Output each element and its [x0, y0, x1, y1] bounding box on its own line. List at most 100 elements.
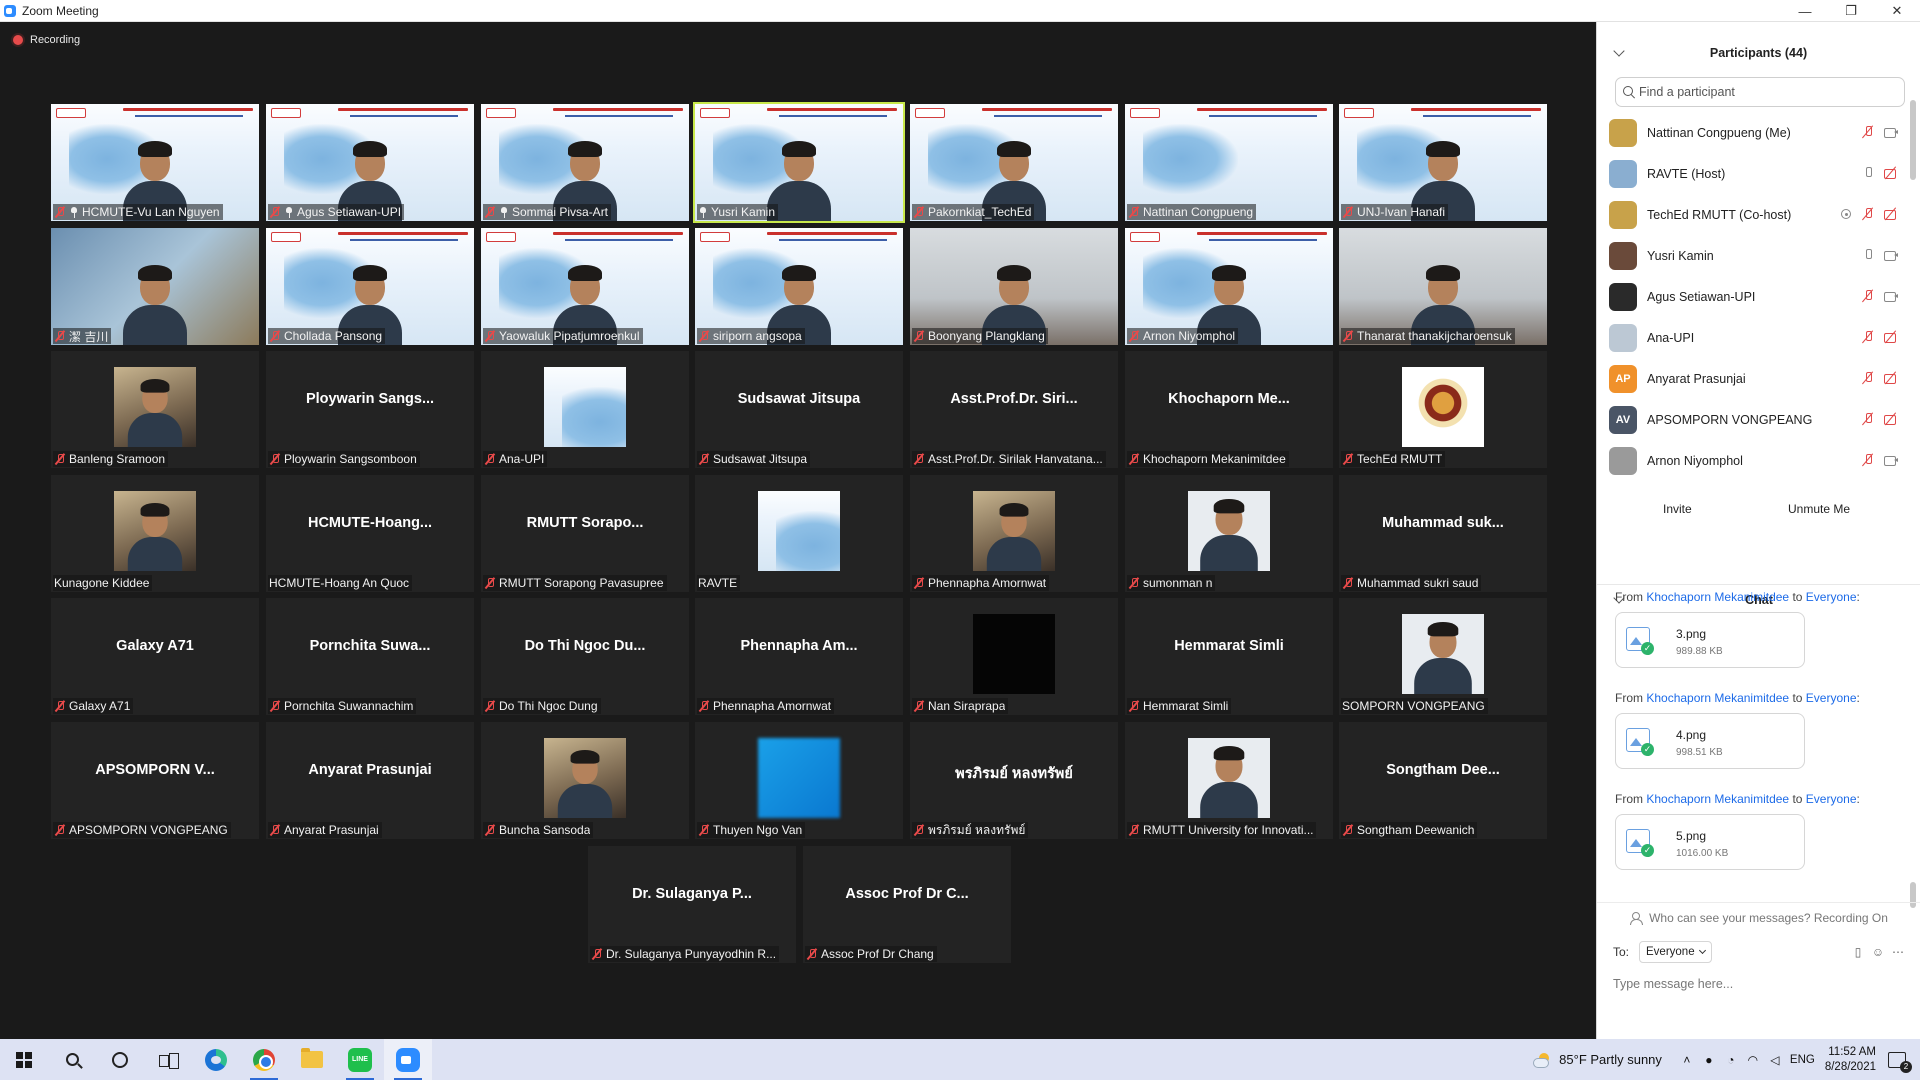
- cam-off-icon[interactable]: [1883, 412, 1899, 426]
- recipient-select[interactable]: Everyone: [1639, 941, 1712, 963]
- participant-search-input[interactable]: [1639, 85, 1889, 99]
- video-tile[interactable]: Yusri Kamin: [693, 102, 905, 223]
- video-tile[interactable]: Nattinan Congpueng: [1125, 104, 1333, 221]
- close-button[interactable]: ✕: [1874, 0, 1920, 22]
- video-tile[interactable]: HCMUTE-Vu Lan Nguyen: [51, 104, 259, 221]
- video-tile[interactable]: พรภิรมย์ หลงทรัพย์ พรภิรมย์ หลงทรัพย์: [910, 722, 1118, 839]
- video-tile[interactable]: 潔 吉川: [51, 228, 259, 345]
- video-tile[interactable]: Ana-UPI: [481, 351, 689, 468]
- video-tile[interactable]: Boonyang Plangklang: [910, 228, 1118, 345]
- mic-off-icon[interactable]: [1861, 330, 1875, 344]
- video-tile[interactable]: siriporn angsopa: [695, 228, 903, 345]
- video-tile[interactable]: Songtham Dee... Songtham Deewanich: [1339, 722, 1547, 839]
- video-tile[interactable]: HCMUTE-Hoang... HCMUTE-Hoang An Quoc: [266, 475, 474, 592]
- video-tile[interactable]: Thuyen Ngo Van: [695, 722, 903, 839]
- video-tile[interactable]: Assoc Prof Dr C... Assoc Prof Dr Chang: [803, 846, 1011, 963]
- cam-icon[interactable]: [1883, 453, 1899, 467]
- file-attachment[interactable]: 4.png 998.51 KB: [1615, 713, 1805, 769]
- microphone-icon[interactable]: ●: [1698, 1053, 1720, 1067]
- task-view-button[interactable]: [144, 1039, 192, 1080]
- video-tile[interactable]: Arnon Niyomphol: [1125, 228, 1333, 345]
- chevron-up-icon[interactable]: ˄: [1676, 1053, 1698, 1067]
- cam-off-icon[interactable]: [1883, 207, 1899, 221]
- cortana-button[interactable]: [96, 1039, 144, 1080]
- video-tile[interactable]: Agus Setiawan-UPI: [266, 104, 474, 221]
- share-icon[interactable]: [1839, 207, 1853, 221]
- video-tile[interactable]: TechEd RMUTT: [1339, 351, 1547, 468]
- clock[interactable]: 11:52 AM 8/28/2021: [1825, 1045, 1876, 1075]
- weather-text[interactable]: 85°F Partly sunny: [1559, 1052, 1662, 1067]
- video-tile[interactable]: Anyarat Prasunjai Anyarat Prasunjai: [266, 722, 474, 839]
- video-tile[interactable]: Phennapha Amornwat: [910, 475, 1118, 592]
- taskbar-line[interactable]: LINE: [336, 1039, 384, 1080]
- video-tile[interactable]: Kunagone Kiddee: [51, 475, 259, 592]
- video-tile[interactable]: sumonman n: [1125, 475, 1333, 592]
- taskbar-zoom[interactable]: [384, 1039, 432, 1080]
- cam-off-icon[interactable]: [1883, 330, 1899, 344]
- cam-icon[interactable]: [1883, 125, 1899, 139]
- volume-muted-icon[interactable]: ◁: [1764, 1053, 1786, 1067]
- mic-on-icon[interactable]: [1861, 248, 1875, 262]
- language-indicator[interactable]: ENG: [1790, 1054, 1815, 1066]
- video-tile[interactable]: Khochaporn Me... Khochaporn Mekanimitdee: [1125, 351, 1333, 468]
- unmute-me-button[interactable]: Unmute Me: [1778, 497, 1861, 521]
- wifi-icon[interactable]: ◠: [1742, 1053, 1764, 1067]
- mic-off-icon[interactable]: [1861, 453, 1875, 467]
- message-visibility-notice[interactable]: Who can see your messages? Recording On: [1597, 902, 1920, 932]
- mic-off-icon[interactable]: [1861, 207, 1875, 221]
- chevron-down-icon[interactable]: [1613, 45, 1625, 57]
- video-tile[interactable]: RMUTT University for Innovati...: [1125, 722, 1333, 839]
- video-tile[interactable]: APSOMPORN V... APSOMPORN VONGPEANG: [51, 722, 259, 839]
- recipient-link[interactable]: Everyone: [1806, 691, 1857, 705]
- video-tile[interactable]: Pakornkiat_TechEd: [910, 104, 1118, 221]
- video-tile[interactable]: Thanarat thanakijcharoensuk: [1339, 228, 1547, 345]
- cam-icon[interactable]: [1883, 248, 1899, 262]
- recording-indicator[interactable]: Recording: [13, 34, 80, 46]
- video-tile[interactable]: Buncha Sansoda: [481, 722, 689, 839]
- more-icon[interactable]: ⋯: [1891, 945, 1905, 959]
- participant-row[interactable]: Arnon Niyomphol: [1597, 440, 1907, 481]
- video-tile[interactable]: UNJ-Ivan Hanafi: [1339, 104, 1547, 221]
- restore-button[interactable]: ❐: [1828, 0, 1874, 22]
- video-tile[interactable]: SOMPORN VONGPEANG: [1339, 598, 1547, 715]
- network-icon[interactable]: ◔: [1720, 1053, 1742, 1067]
- minimize-button[interactable]: —: [1782, 0, 1828, 22]
- file-icon[interactable]: ▯: [1851, 945, 1865, 959]
- participants-scroll-thumb[interactable]: [1910, 100, 1916, 180]
- chat-message-input[interactable]: [1613, 972, 1903, 996]
- video-tile[interactable]: Pornchita Suwa... Pornchita Suwannachim: [266, 598, 474, 715]
- video-tile[interactable]: Muhammad suk... Muhammad sukri saud: [1339, 475, 1547, 592]
- sender-link[interactable]: Khochaporn Mekanimitdee: [1646, 691, 1789, 705]
- participant-row[interactable]: Nattinan Congpueng (Me): [1597, 112, 1907, 153]
- video-tile[interactable]: Sudsawat Jitsupa Sudsawat Jitsupa: [695, 351, 903, 468]
- taskbar-edge[interactable]: [192, 1039, 240, 1080]
- cam-icon[interactable]: [1883, 289, 1899, 303]
- video-tile[interactable]: Asst.Prof.Dr. Siri... Asst.Prof.Dr. Siril…: [910, 351, 1118, 468]
- file-attachment[interactable]: 3.png 989.88 KB: [1615, 612, 1805, 668]
- video-tile[interactable]: Galaxy A71 Galaxy A71: [51, 598, 259, 715]
- recipient-link[interactable]: Everyone: [1806, 590, 1857, 604]
- cam-off-icon[interactable]: [1883, 166, 1899, 180]
- sender-link[interactable]: Khochaporn Mekanimitdee: [1646, 792, 1789, 806]
- video-tile[interactable]: Chollada Pansong: [266, 228, 474, 345]
- video-tile[interactable]: Yaowaluk Pipatjumroenkul: [481, 228, 689, 345]
- mic-off-icon[interactable]: [1861, 371, 1875, 385]
- video-tile[interactable]: Hemmarat Simli Hemmarat Simli: [1125, 598, 1333, 715]
- participant-row[interactable]: Yusri Kamin: [1597, 235, 1907, 276]
- participant-search[interactable]: [1615, 77, 1905, 107]
- recipient-link[interactable]: Everyone: [1806, 792, 1857, 806]
- video-tile[interactable]: Dr. Sulaganya P... Dr. Sulaganya Punyayod…: [588, 846, 796, 963]
- mic-off-icon[interactable]: [1861, 125, 1875, 139]
- video-tile[interactable]: RMUTT Sorapo... RMUTT Sorapong Pavasupree: [481, 475, 689, 592]
- mic-on-icon[interactable]: [1861, 166, 1875, 180]
- participant-row[interactable]: Ana-UPI: [1597, 317, 1907, 358]
- mic-off-icon[interactable]: [1861, 412, 1875, 426]
- weather-icon[interactable]: [1533, 1052, 1551, 1068]
- participant-row[interactable]: TechEd RMUTT (Co-host): [1597, 194, 1907, 235]
- video-tile[interactable]: Sommai Pivsa-Art: [481, 104, 689, 221]
- video-tile[interactable]: RAVTE: [695, 475, 903, 592]
- video-tile[interactable]: Do Thi Ngoc Du... Do Thi Ngoc Dung: [481, 598, 689, 715]
- file-attachment[interactable]: 5.png 1016.00 KB: [1615, 814, 1805, 870]
- mic-off-icon[interactable]: [1861, 289, 1875, 303]
- participant-row[interactable]: Agus Setiawan-UPI: [1597, 276, 1907, 317]
